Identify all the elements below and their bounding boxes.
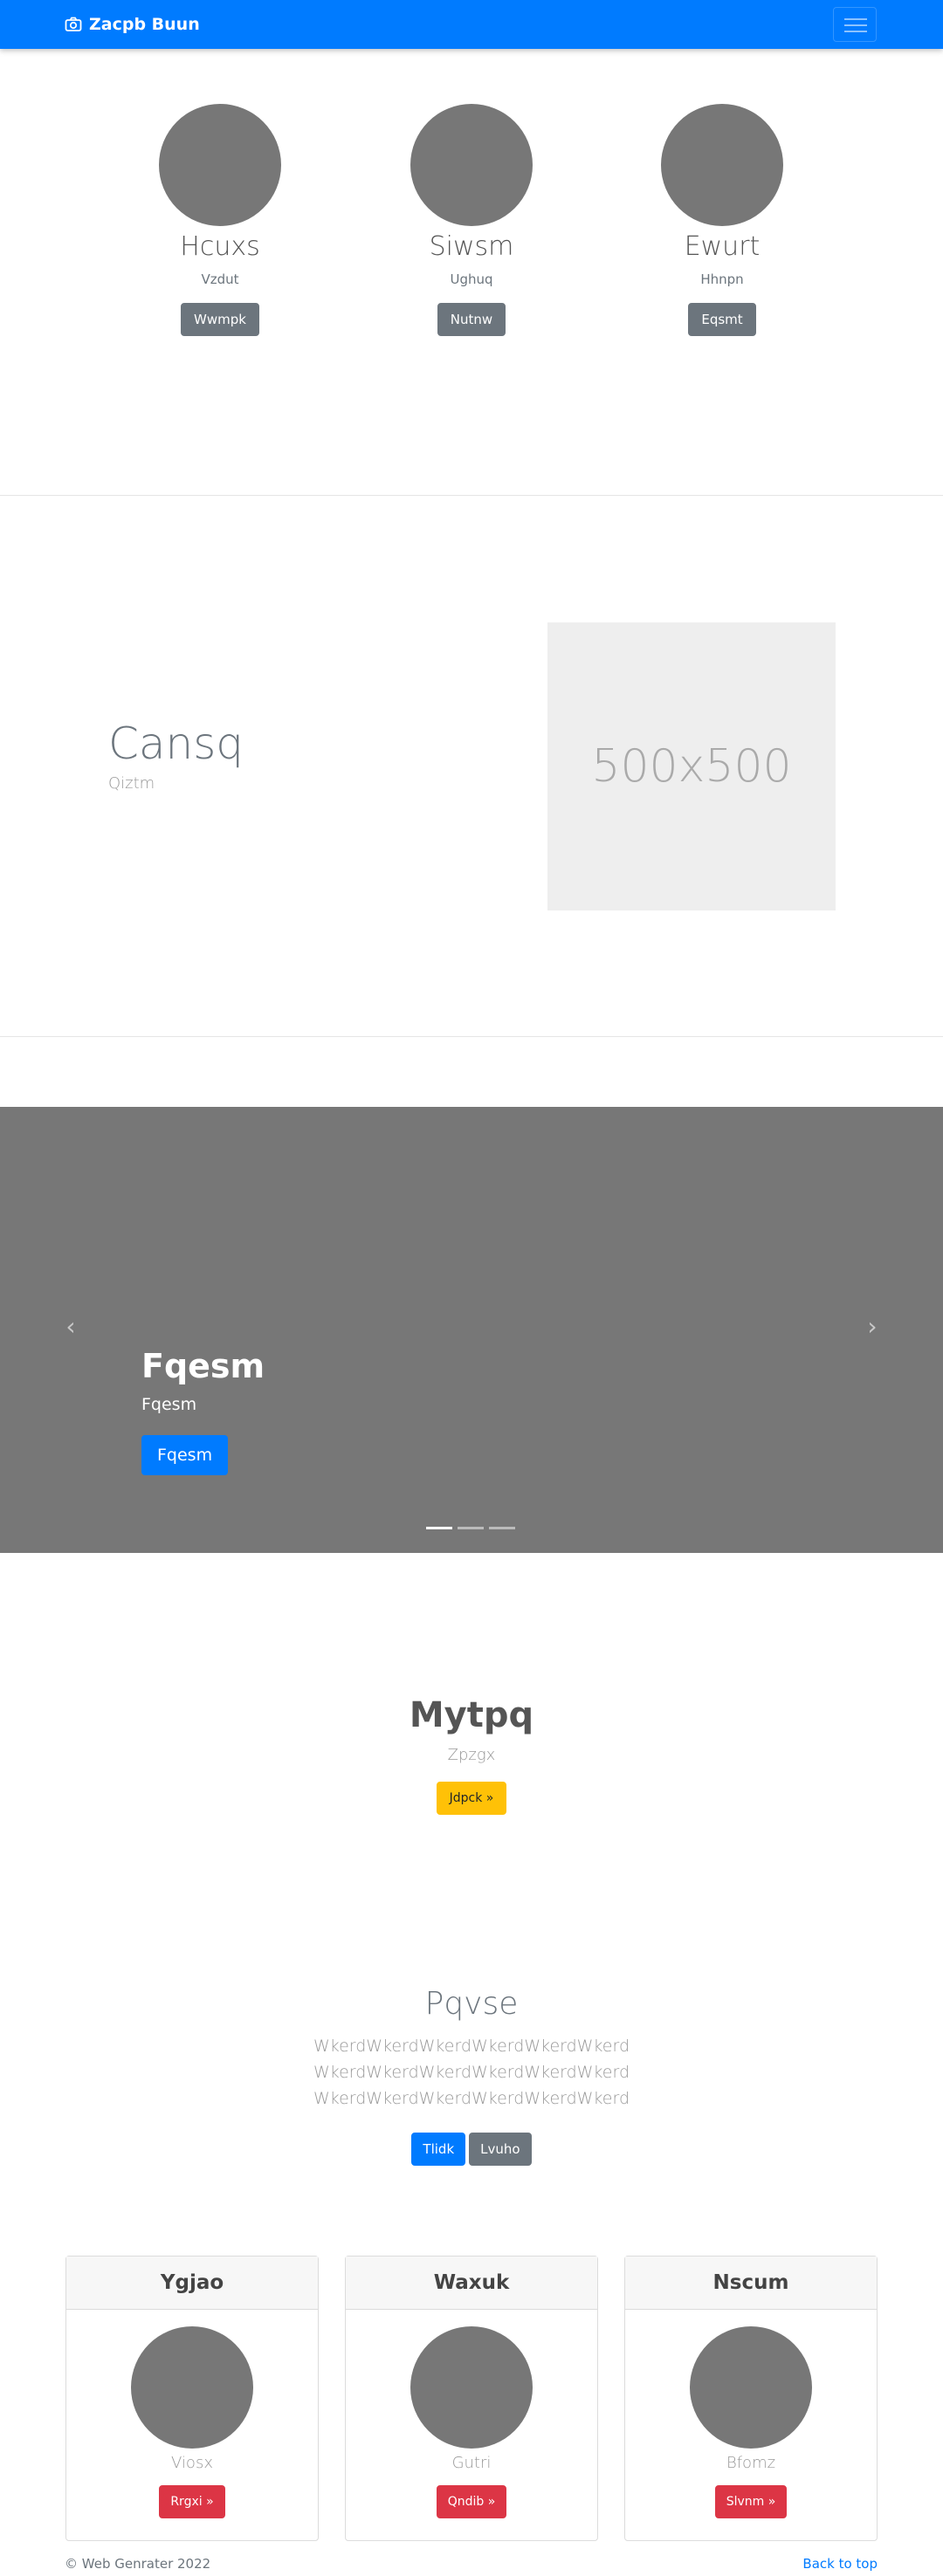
back-to-top-link[interactable]: Back to top [802, 2553, 878, 2574]
card: Waxuk Gutri Qndib » [345, 2256, 598, 2541]
text-block-line: WkerdWkerdWkerdWkerdWkerdWkerd [313, 2089, 630, 2108]
avatar [159, 104, 281, 226]
footer-copyright: © Web Genrater 2022 [65, 2556, 211, 2572]
carousel-caption-title: Fqesm [141, 1347, 265, 1385]
feature-subtitle: Qiztm [108, 774, 155, 793]
card-subtitle: Bfomz [726, 2454, 776, 2472]
text-block-body: WkerdWkerdWkerdWkerdWkerdWkerd WkerdWker… [0, 2033, 943, 2112]
carousel-caption-subtitle: Fqesm [141, 1395, 197, 1414]
card-button[interactable]: Qndib » [436, 2485, 507, 2518]
card-subtitle: Viosx [171, 2454, 213, 2472]
team-member-subtitle: Ughuq [450, 271, 493, 287]
team-member: Ewurt Hhnpn Eqsmt [635, 104, 809, 336]
card-button[interactable]: Rrgxi » [159, 2485, 225, 2518]
text-block-line: WkerdWkerdWkerdWkerdWkerdWkerd [313, 2063, 630, 2082]
carousel-indicator[interactable] [489, 1527, 515, 1529]
chevron-left-icon[interactable]: ‹ [60, 1315, 81, 1339]
divider [0, 495, 943, 496]
camera-icon [65, 17, 82, 31]
carousel-caption-button[interactable]: Fqesm [141, 1435, 229, 1475]
text-block-line: WkerdWkerdWkerdWkerdWkerdWkerd [313, 2037, 630, 2056]
card: Ygjao Viosx Rrgxi » [65, 2256, 319, 2541]
jumbo-title: Mytpq [409, 1695, 534, 1735]
navbar-toggler-button[interactable] [833, 7, 877, 42]
hamburger-icon [844, 31, 867, 32]
avatar [410, 104, 533, 226]
team-member: Hcuxs Vzdut Wwmpk [133, 104, 307, 336]
brand-label: Zacpb Buun [89, 15, 200, 34]
team-member-name: Siwsm [429, 231, 514, 262]
team-member-button[interactable]: Wwmpk [181, 303, 259, 336]
card-header: Waxuk [346, 2257, 597, 2310]
primary-button[interactable]: Tlidk [411, 2133, 466, 2166]
secondary-button[interactable]: Lvuho [469, 2133, 532, 2166]
carousel: ‹ › Fqesm Fqesm Fqesm [0, 1107, 943, 1553]
carousel-indicator[interactable] [426, 1527, 452, 1529]
team-member-name: Ewurt [684, 231, 761, 262]
team-member-button[interactable]: Eqsmt [688, 303, 756, 336]
card-subtitle: Gutri [451, 2454, 492, 2472]
divider [0, 1036, 943, 1037]
team-member: Siwsm Ughuq Nutnw [384, 104, 559, 336]
placeholder-image: 500x500 [547, 622, 836, 910]
placeholder-image-label: 500x500 [591, 740, 792, 793]
card-header: Nscum [625, 2257, 877, 2310]
team-member-subtitle: Hhnpn [700, 271, 744, 287]
team-member-subtitle: Vzdut [201, 271, 239, 287]
team-member-name: Hcuxs [180, 231, 260, 262]
card: Nscum Bfomz Slvnm » [624, 2256, 878, 2541]
avatar [131, 2326, 253, 2449]
chevron-right-icon[interactable]: › [862, 1315, 883, 1339]
text-block-title: Pqvse [424, 1986, 519, 2022]
carousel-indicators [426, 1527, 515, 1529]
avatar [690, 2326, 812, 2449]
hamburger-icon [844, 24, 867, 26]
navbar-brand[interactable]: Zacpb Buun [65, 13, 200, 36]
jumbo-subtitle: Zpzgx [447, 1746, 496, 1764]
navbar: Zacpb Buun [0, 0, 943, 49]
card-button[interactable]: Slvnm » [714, 2485, 788, 2518]
team-member-button[interactable]: Nutnw [437, 303, 506, 336]
feature-title: Cansq [108, 718, 244, 769]
hamburger-icon [844, 18, 867, 20]
card-header: Ygjao [66, 2257, 318, 2310]
jumbo-button[interactable]: Jdpck » [437, 1782, 506, 1815]
text-block-buttons: Tlidk Lvuho [0, 2133, 943, 2166]
avatar [410, 2326, 533, 2449]
avatar [661, 104, 783, 226]
carousel-indicator[interactable] [458, 1527, 484, 1529]
